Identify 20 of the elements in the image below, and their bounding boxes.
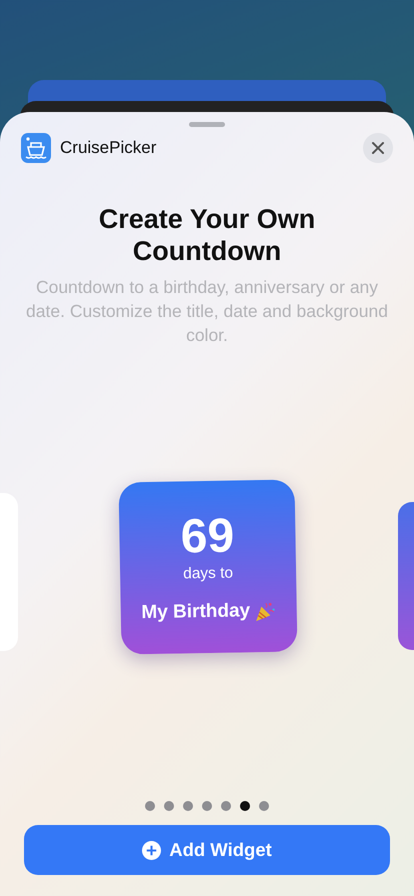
page-dot[interactable] [145,801,155,811]
close-icon [371,141,385,155]
page-dot[interactable] [164,801,174,811]
page-dot[interactable] [202,801,212,811]
page-dot[interactable] [259,801,269,811]
countdown-widget[interactable]: 69 days to My Birthday [118,479,298,655]
widget-description: Countdown to a birthday, anniversary or any date. Customize the title, date and background color. [25,276,389,347]
event-name: My Birthday [141,600,250,624]
page-dot[interactable] [221,801,231,811]
close-button[interactable] [363,133,393,163]
app-name: CruisePicker [60,138,158,158]
days-caption: days to [182,564,234,584]
days-count: 69 [180,510,235,564]
page-dot[interactable] [240,801,250,811]
page-dot[interactable] [183,801,193,811]
grabber-handle[interactable] [189,122,225,127]
ship-icon [21,133,51,163]
add-widget-button[interactable]: Add Widget [24,825,390,875]
plus-icon [142,840,162,860]
widget-title: Create Your Own Countdown [98,203,316,267]
